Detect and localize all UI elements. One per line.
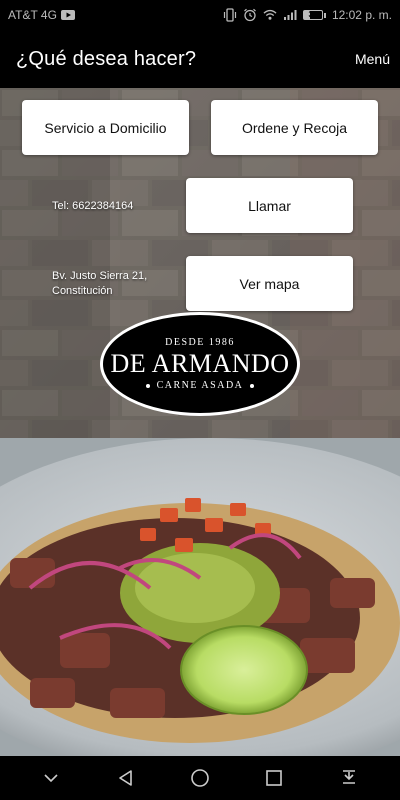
status-right: 31 12:02 p. m. xyxy=(223,8,392,22)
menu-button[interactable]: Menú xyxy=(355,51,390,67)
logo-since: DESDE 1986 xyxy=(165,337,235,348)
clock: 12:02 p. m. xyxy=(331,8,392,22)
logo-name: DE ARMANDO xyxy=(110,349,290,378)
notifications-icon[interactable] xyxy=(337,766,361,790)
youtube-icon xyxy=(60,8,75,22)
view-map-button[interactable]: Ver mapa xyxy=(186,256,353,311)
navigation-bar xyxy=(0,756,400,800)
page-title: ¿Qué desea hacer? xyxy=(16,47,197,70)
app-header: ¿Qué desea hacer? Menú xyxy=(0,30,400,88)
vibrate-icon xyxy=(223,8,237,22)
call-button[interactable]: Llamar xyxy=(186,178,353,233)
recents-icon[interactable] xyxy=(262,766,286,790)
logo-tagline-row: CARNE ASADA xyxy=(145,380,255,391)
carrier-label: AT&T 4G xyxy=(8,8,57,22)
alarm-icon xyxy=(243,8,257,22)
back-icon[interactable] xyxy=(114,766,138,790)
status-bar: AT&T 4G 31 12:02 p. m. xyxy=(0,0,400,30)
home-delivery-button[interactable]: Servicio a Domicilio xyxy=(22,100,189,155)
restaurant-logo: DESDE 1986 DE ARMANDO CARNE ASADA xyxy=(100,312,300,416)
dot-icon xyxy=(250,383,255,388)
battery-level: 31 xyxy=(308,10,318,19)
logo-tagline: CARNE ASADA xyxy=(156,380,244,391)
food-plate-image xyxy=(0,438,400,756)
dot-icon xyxy=(145,383,150,388)
main-content: Servicio a Domicilio Ordene y Recoja Tel… xyxy=(0,88,400,756)
status-left: AT&T 4G xyxy=(8,8,75,22)
dropdown-icon[interactable] xyxy=(39,766,63,790)
phone-number: Tel: 6622384164 xyxy=(52,200,134,212)
wifi-icon xyxy=(263,8,277,22)
home-icon[interactable] xyxy=(188,766,212,790)
battery-icon: 31 xyxy=(302,10,326,20)
signal-icon xyxy=(283,8,297,22)
address: Bv. Justo Sierra 21, Constitución xyxy=(52,270,148,297)
order-pickup-button[interactable]: Ordene y Recoja xyxy=(211,100,378,155)
